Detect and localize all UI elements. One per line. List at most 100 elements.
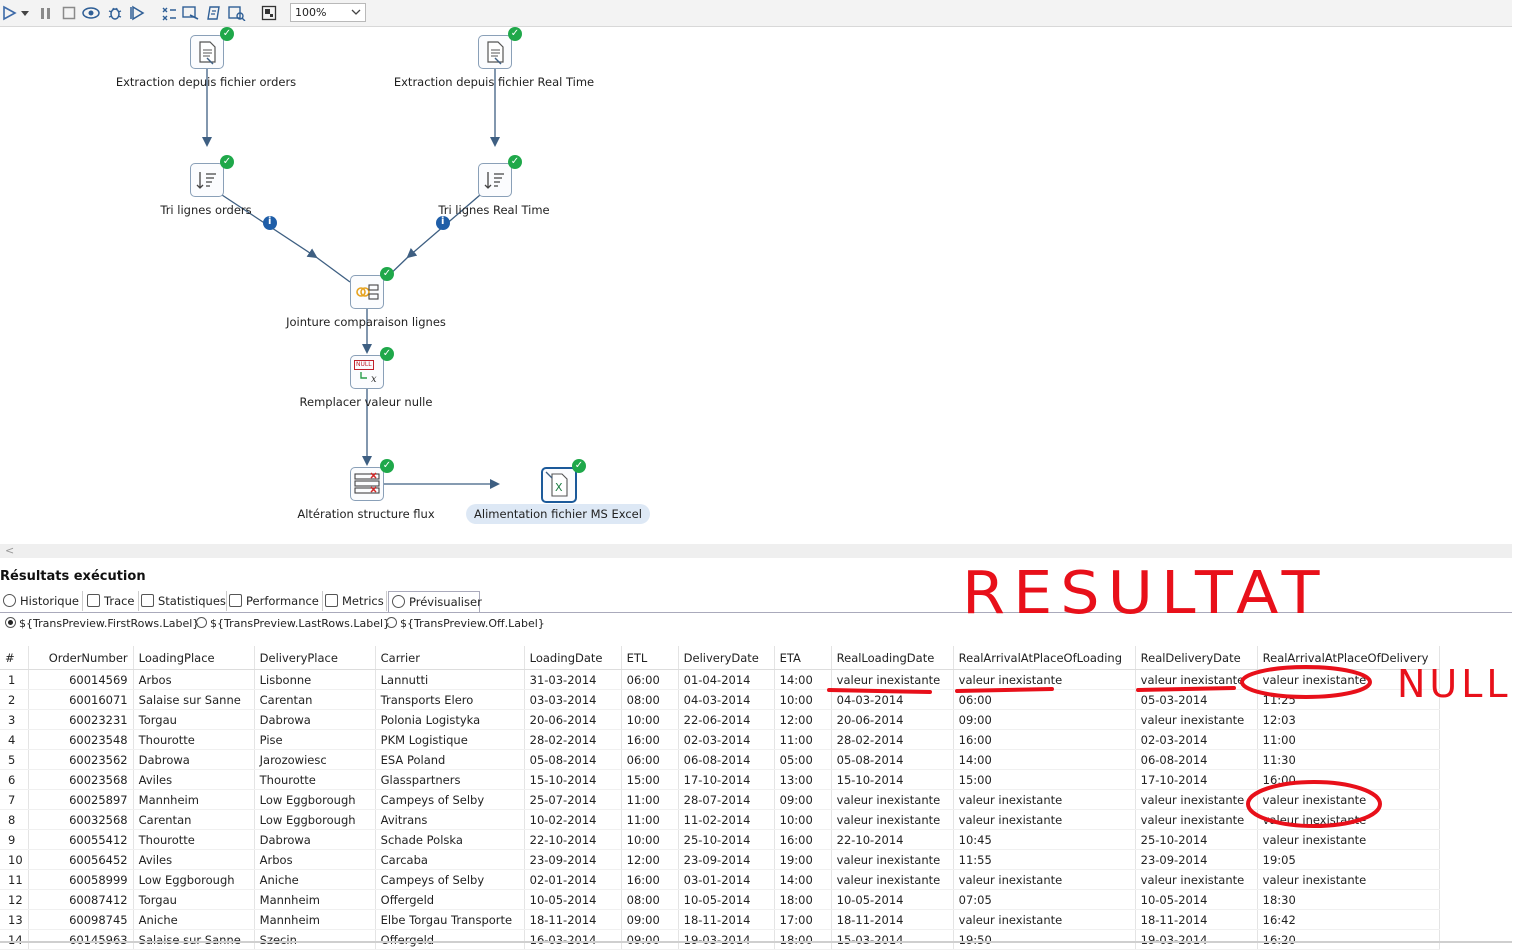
tab-performance[interactable]: Performance	[226, 591, 323, 611]
table-cell[interactable]: valeur inexistante	[1135, 869, 1258, 890]
table-cell[interactable]: 60014569	[28, 669, 134, 690]
table-row[interactable]: 6 60023568 Aviles Thourotte Glasspartners 15-…	[0, 769, 1440, 790]
table-cell[interactable]: Avitrans	[375, 809, 525, 830]
table-cell[interactable]: 08:00	[621, 689, 679, 710]
table-row[interactable]: 8 60032568 Carentan Low Eggborough Avitrans 1…	[0, 809, 1440, 830]
table-cell[interactable]: Schade Polska	[375, 829, 525, 850]
table-cell[interactable]: 04-03-2014	[678, 689, 775, 710]
table-cell[interactable]: 25-07-2014	[524, 789, 622, 810]
impact-icon[interactable]	[182, 4, 200, 22]
table-cell[interactable]: 15-10-2014	[831, 769, 954, 790]
table-cell[interactable]: 18-11-2014	[678, 909, 775, 930]
column-header[interactable]: DeliveryDate	[678, 646, 775, 670]
table-row[interactable]: 14 60145963 Salaise sur Sanne Szecin Offerge…	[0, 929, 1440, 950]
table-cell[interactable]: 60025897	[28, 789, 134, 810]
table-cell[interactable]: 11-02-2014	[678, 809, 775, 830]
table-cell[interactable]: 08:00	[621, 889, 679, 910]
table-cell[interactable]: 14:00	[953, 749, 1136, 770]
table-cell[interactable]: valeur inexistante	[831, 789, 954, 810]
table-cell[interactable]: 14:00	[774, 669, 832, 690]
run-icon[interactable]	[0, 4, 18, 22]
table-cell[interactable]: Low Eggborough	[254, 789, 376, 810]
table-cell[interactable]: 60145963	[28, 929, 134, 950]
table-cell[interactable]: 15:00	[953, 769, 1136, 790]
table-cell[interactable]: Campeys of Selby	[375, 789, 525, 810]
table-cell[interactable]: 19-03-2014	[678, 929, 775, 950]
replay-icon[interactable]	[128, 4, 146, 22]
column-header[interactable]: DeliveryPlace	[254, 646, 376, 670]
table-cell[interactable]: 28-02-2014	[524, 729, 622, 750]
run-options-icon[interactable]	[20, 4, 30, 22]
column-header[interactable]: ETL	[621, 646, 679, 670]
column-header[interactable]: RealLoadingDate	[831, 646, 954, 670]
verify-icon[interactable]	[160, 4, 178, 22]
table-cell[interactable]: 23-09-2014	[678, 849, 775, 870]
table-cell[interactable]: 05-08-2014	[524, 749, 622, 770]
table-cell[interactable]: valeur inexistante	[831, 849, 954, 870]
table-cell[interactable]: Campeys of Selby	[375, 869, 525, 890]
table-cell[interactable]: Carcaba	[375, 849, 525, 870]
table-cell[interactable]: 11:00	[774, 729, 832, 750]
row-index-cell[interactable]: 11	[0, 869, 29, 890]
table-cell[interactable]: 02-03-2014	[678, 729, 775, 750]
table-cell[interactable]: 60098745	[28, 909, 134, 930]
table-cell[interactable]: 12:03	[1257, 709, 1440, 730]
table-cell[interactable]: Dabrowa	[133, 749, 255, 770]
table-cell[interactable]: 16:20	[1257, 929, 1440, 950]
table-cell[interactable]: 60087412	[28, 889, 134, 910]
table-cell[interactable]: Pise	[254, 729, 376, 750]
stop-icon[interactable]	[60, 4, 78, 22]
table-cell[interactable]: 06:00	[953, 689, 1136, 710]
row-index-cell[interactable]: 6	[0, 769, 29, 790]
table-row[interactable]: 4 60023548 Thourotte Pise PKM Logistique 28-0…	[0, 729, 1440, 750]
row-index-cell[interactable]: 10	[0, 849, 29, 870]
table-cell[interactable]: 15:00	[621, 769, 679, 790]
table-cell[interactable]: 11:00	[621, 789, 679, 810]
table-cell[interactable]: Polonia Logistyka	[375, 709, 525, 730]
table-cell[interactable]: 02-01-2014	[524, 869, 622, 890]
table-cell[interactable]: 06:00	[621, 749, 679, 770]
table-cell[interactable]: Thourotte	[133, 729, 255, 750]
radio-last-rows[interactable]: ${TransPreview.LastRows.Label}	[196, 617, 390, 630]
table-cell[interactable]: valeur inexistante	[1135, 789, 1258, 810]
row-index-cell[interactable]: 5	[0, 749, 29, 770]
table-cell[interactable]: 28-02-2014	[831, 729, 954, 750]
table-cell[interactable]: 02-03-2014	[1135, 729, 1258, 750]
show-results-icon[interactable]	[260, 4, 278, 22]
table-cell[interactable]: 09:00	[621, 909, 679, 930]
table-cell[interactable]: Low Eggborough	[254, 809, 376, 830]
table-cell[interactable]: Szecin	[254, 929, 376, 950]
table-cell[interactable]: Salaise sur Sanne	[133, 929, 255, 950]
table-cell[interactable]: Aniche	[254, 869, 376, 890]
table-cell[interactable]: 19:00	[774, 849, 832, 870]
pause-icon[interactable]	[37, 4, 55, 22]
table-cell[interactable]: 18-11-2014	[831, 909, 954, 930]
table-cell[interactable]: 20-06-2014	[524, 709, 622, 730]
table-cell[interactable]: 60055412	[28, 829, 134, 850]
table-cell[interactable]: Salaise sur Sanne	[133, 689, 255, 710]
table-cell[interactable]: valeur inexistante	[1257, 789, 1440, 810]
table-cell[interactable]: 11:00	[621, 809, 679, 830]
table-row[interactable]: 2 60016071 Salaise sur Sanne Carentan Transp…	[0, 689, 1440, 710]
table-cell[interactable]: 16:00	[621, 869, 679, 890]
table-cell[interactable]: 18:30	[1257, 889, 1440, 910]
table-cell[interactable]: 06:00	[621, 669, 679, 690]
table-row[interactable]: 3 60023231 Torgau Dabrowa Polonia Logistyka 2…	[0, 709, 1440, 730]
table-cell[interactable]: 19:50	[953, 929, 1136, 950]
column-header[interactable]: RealArrivalAtPlaceOfLoading	[953, 646, 1136, 670]
column-header[interactable]: LoadingPlace	[133, 646, 255, 670]
table-cell[interactable]: 25-10-2014	[678, 829, 775, 850]
table-cell[interactable]: Low Eggborough	[133, 869, 255, 890]
table-cell[interactable]: 17:00	[774, 909, 832, 930]
table-cell[interactable]: 10-05-2014	[831, 889, 954, 910]
table-cell[interactable]: 05:00	[774, 749, 832, 770]
table-cell[interactable]: 10:00	[621, 829, 679, 850]
table-cell[interactable]: valeur inexistante	[1257, 829, 1440, 850]
table-cell[interactable]: 16-03-2014	[524, 929, 622, 950]
table-cell[interactable]: 19:05	[1257, 849, 1440, 870]
table-cell[interactable]: valeur inexistante	[1135, 809, 1258, 830]
table-cell[interactable]: 60023231	[28, 709, 134, 730]
table-cell[interactable]: 17-10-2014	[678, 769, 775, 790]
table-row[interactable]: 5 60023562 Dabrowa Jarozowiesc ESA Poland 05-…	[0, 749, 1440, 770]
row-index-cell[interactable]: 8	[0, 809, 29, 830]
